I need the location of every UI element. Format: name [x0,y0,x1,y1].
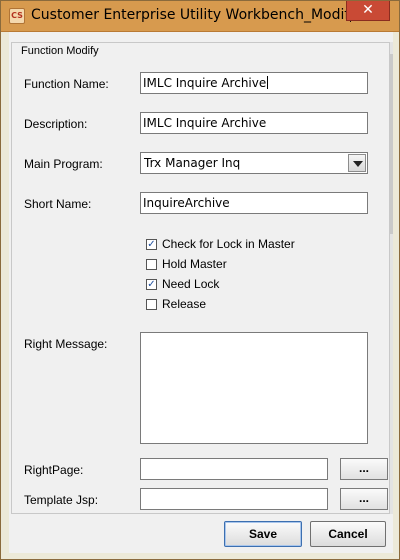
dialog-content: Function Modify Function Name: IMLC Inqu… [9,32,393,553]
need-lock-checkbox[interactable]: ✓ [146,279,157,290]
hold-master-label: Hold Master [162,257,227,271]
hold-master-checkbox[interactable] [146,259,157,270]
save-button[interactable]: Save [224,521,302,547]
main-program-label: Main Program: [24,157,103,171]
short-name-input[interactable]: InquireArchive [140,192,368,214]
main-program-select[interactable]: Trx Manager Inq [140,152,368,174]
release-label: Release [162,297,207,311]
right-message-textarea[interactable] [140,332,368,444]
template-jsp-label: Template Jsp: [24,493,99,507]
right-page-label: RightPage: [24,463,84,477]
release-checkbox[interactable] [146,299,157,310]
description-input[interactable]: IMLC Inquire Archive [140,112,368,134]
template-jsp-browse-button[interactable]: ... [340,488,388,510]
modify-function-dialog: CS Customer Enterprise Utility Workbench… [0,0,400,560]
right-message-label: Right Message: [24,337,108,351]
main-program-value: Trx Manager Inq [144,156,241,170]
scrollbar-thumb[interactable] [390,54,393,234]
text-caret [267,76,269,89]
right-page-browse-button[interactable]: ... [340,458,388,480]
app-icon: CS [9,8,25,24]
title-bar[interactable]: CS Customer Enterprise Utility Workbench… [1,1,399,32]
window-title: Customer Enterprise Utility Workbench_Mo… [31,7,351,23]
dropdown-arrow-icon[interactable] [348,154,366,172]
template-jsp-input[interactable] [140,488,328,510]
check-lock-in-master-label: Check for Lock in Master [162,237,295,251]
function-name-value: IMLC Inquire Archive [143,76,267,90]
function-modify-panel: Function Modify Function Name: IMLC Inqu… [11,42,390,514]
vertical-scrollbar[interactable] [390,42,393,514]
check-lock-in-master-checkbox[interactable]: ✓ [146,239,157,250]
close-button[interactable]: ✕ [346,1,390,21]
function-name-label: Function Name: [24,77,109,91]
cancel-button[interactable]: Cancel [310,521,386,547]
panel-title: Function Modify [19,45,101,57]
function-name-input[interactable]: IMLC Inquire Archive [140,72,368,94]
right-page-input[interactable] [140,458,328,480]
need-lock-label: Need Lock [162,277,220,291]
description-label: Description: [24,117,88,131]
short-name-label: Short Name: [24,197,92,211]
